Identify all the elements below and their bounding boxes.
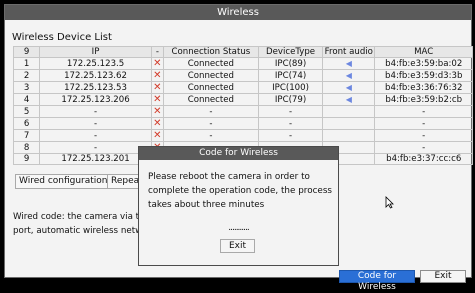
x-mark-icon[interactable]: ✕ [153,107,161,117]
column-header-delete: - [150,46,164,58]
table-header-row: 9 IP - Connection Status DeviceType Fron… [12,46,473,58]
column-header-mac: MAC [374,46,473,58]
code-for-wireless-dialog: Code for Wireless Please reboot the came… [138,146,339,266]
row-device-type: IPC(74) [257,69,324,82]
row-mac: - [374,141,473,154]
delete-cell[interactable]: ✕ [150,105,164,118]
column-header-device-type: DeviceType [257,46,324,58]
row-ip: 172.25.123.62 [39,69,152,82]
delete-cell[interactable]: ✕ [150,129,164,142]
code-for-wireless-button[interactable]: Code for Wireless [339,270,415,292]
column-header-ip: IP [39,46,152,58]
row-mac: b4:fb:e3:36:76:32 [374,81,473,94]
x-mark-icon[interactable]: ✕ [153,119,161,129]
table-row[interactable]: 6 - ✕ - - - [12,117,473,130]
row-device-type: - [257,117,324,130]
column-header-front-audio: Front audio [322,46,376,58]
speaker-icon[interactable]: ◀ [346,83,352,92]
row-ip: 172.25.123.53 [39,81,152,94]
mouse-cursor-icon [385,196,394,209]
wired-configuration-button[interactable]: Wired configuration [15,174,112,189]
dialog-progress-dots: ........... [228,223,249,233]
description-line-1: Wired code: the camera via the [13,212,150,222]
row-number: 8 [12,141,41,154]
x-mark-icon[interactable]: ✕ [153,95,161,105]
row-number: 2 [12,69,41,82]
row-number: 1 [12,57,41,70]
table-row[interactable]: 3 172.25.123.53 ✕ Connected IPC(100) ◀ b… [12,81,473,94]
delete-cell[interactable]: ✕ [150,69,164,82]
row-number: 6 [12,117,41,130]
table-row[interactable]: 5 - ✕ - - - [12,105,473,118]
row-status: - [162,129,259,142]
row-status: Connected [162,69,259,82]
row-mac: b4:fb:e3:59:d3:3b [374,69,473,82]
row-number: 7 [12,129,41,142]
row-mac: - [374,105,473,118]
audio-cell[interactable]: ◀ [322,69,376,82]
row-ip: - [39,105,152,118]
speaker-icon[interactable]: ◀ [346,71,352,80]
x-mark-icon[interactable]: ✕ [153,59,161,69]
speaker-icon[interactable]: ◀ [346,59,352,68]
speaker-icon[interactable]: ◀ [346,95,352,104]
row-mac: - [374,117,473,130]
dialog-message: Please reboot the camera in order to com… [148,172,332,210]
audio-cell[interactable]: ◀ [322,93,376,106]
dialog-exit-button[interactable]: Exit [220,239,255,253]
audio-cell [322,105,376,118]
x-mark-icon[interactable]: ✕ [153,71,161,81]
audio-cell[interactable]: ◀ [322,57,376,70]
row-mac: b4:fb:e3:37:cc:c6 [374,153,473,165]
audio-cell[interactable]: ◀ [322,81,376,94]
row-number: 3 [12,81,41,94]
row-device-type: IPC(89) [257,57,324,70]
exit-button[interactable]: Exit [420,270,466,283]
column-header-num: 9 [12,46,41,58]
window-title: Wireless [5,5,471,20]
row-status: Connected [162,81,259,94]
audio-cell [322,117,376,130]
row-mac: - [374,129,473,142]
row-status: Connected [162,93,259,106]
row-ip: 172.25.123.201 [39,153,152,165]
device-list-title: Wireless Device List [12,32,112,43]
row-status: - [162,117,259,130]
x-mark-icon[interactable]: ✕ [153,131,161,141]
row-ip: - [39,141,152,154]
row-ip: 172.25.123.5 [39,57,152,70]
row-ip: - [39,129,152,142]
x-mark-icon[interactable]: ✕ [153,83,161,93]
row-mac: b4:fb:e3:59:ba:02 [374,57,473,70]
row-ip: - [39,117,152,130]
delete-cell[interactable]: ✕ [150,81,164,94]
row-status: - [162,105,259,118]
table-row[interactable]: 2 172.25.123.62 ✕ Connected IPC(74) ◀ b4… [12,69,473,82]
description-line-2: port, automatic wireless netw [13,226,143,236]
row-status: Connected [162,57,259,70]
delete-cell[interactable]: ✕ [150,117,164,130]
column-header-status: Connection Status [162,46,259,58]
row-device-type: IPC(100) [257,81,324,94]
row-number: 9 [12,153,41,165]
row-number: 4 [12,93,41,106]
dialog-title: Code for Wireless [139,147,338,160]
delete-cell[interactable]: ✕ [150,93,164,106]
row-device-type: - [257,129,324,142]
table-row[interactable]: 7 - ✕ - - - [12,129,473,142]
delete-cell[interactable]: ✕ [150,57,164,70]
row-device-type: - [257,105,324,118]
table-row[interactable]: 4 172.25.123.206 ✕ Connected IPC(79) ◀ b… [12,93,473,106]
audio-cell [322,129,376,142]
row-device-type: IPC(79) [257,93,324,106]
table-row[interactable]: 1 172.25.123.5 ✕ Connected IPC(89) ◀ b4:… [12,57,473,70]
row-ip: 172.25.123.206 [39,93,152,106]
row-mac: b4:fb:e3:59:b2:cb [374,93,473,106]
row-number: 5 [12,105,41,118]
